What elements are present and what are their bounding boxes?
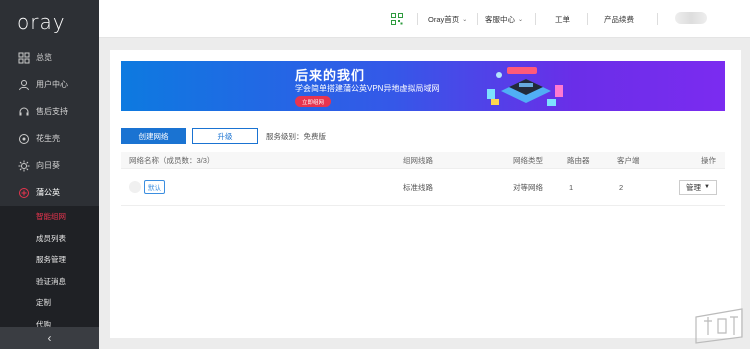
sidebar-item-label: 花生壳: [36, 134, 60, 143]
dandelion-icon: [18, 187, 30, 199]
divider: [535, 13, 536, 25]
chevron-down-icon: ⌄: [518, 16, 524, 23]
banner-cta-button[interactable]: 立即组网: [295, 96, 331, 107]
col-ops-header: 操作: [701, 155, 716, 165]
sidebar-item-dandelion[interactable]: 蒲公英: [0, 179, 99, 206]
sidebar-item-label: 向日葵: [36, 161, 60, 170]
watermark-stamp: [695, 308, 743, 344]
sunflower-icon: [18, 160, 30, 172]
divider: [477, 13, 478, 25]
sidebar-subitem-service[interactable]: 服务管理: [0, 249, 99, 271]
oray-home-label: Oray首页: [428, 14, 460, 24]
network-actions: 创建网络 升级 服务级别：免费版: [121, 128, 326, 144]
default-badge: 默认: [144, 180, 165, 194]
chevron-down-icon: ⌄: [462, 16, 468, 23]
col-type-header: 网络类型: [513, 155, 543, 165]
ops-cell: 管理 ▼: [679, 169, 717, 205]
network-table: 网络名称（成员数：3/3） 组网线路 网络类型 路由器 客户端 操作 默认 标准…: [121, 152, 725, 206]
sidebar-subitem-verify[interactable]: 验证消息: [0, 271, 99, 293]
sidebar-item-peanut[interactable]: 花生壳: [0, 125, 99, 152]
network-name-cell: 默认: [129, 169, 165, 205]
grid-icon: [18, 52, 30, 64]
user-icon: [18, 79, 30, 91]
col-route-header: 组网线路: [403, 155, 433, 165]
promo-banner[interactable]: 后来的我们 学会简单搭建蒲公英VPN异地虚拟局域网 立即组网: [121, 61, 725, 111]
sidebar-item-overview[interactable]: 总览: [0, 44, 99, 71]
banner-subtitle: 学会简单搭建蒲公英VPN异地虚拟局域网: [295, 84, 440, 93]
manage-dropdown[interactable]: 管理 ▼: [679, 179, 717, 195]
qr-code-icon[interactable]: [391, 0, 403, 38]
sidebar-item-sunflower[interactable]: 向日葵: [0, 152, 99, 179]
manage-label: 管理: [686, 182, 702, 192]
network-illustration: [487, 67, 563, 106]
content-card: 后来的我们 学会简单搭建蒲公英VPN异地虚拟局域网 立即组网 创建网络 升级 服…: [110, 50, 741, 338]
service-center-menu[interactable]: 客服中心 ⌄: [485, 0, 523, 38]
sidebar-item-support[interactable]: 售后支持: [0, 98, 99, 125]
oray-home-menu[interactable]: Oray首页 ⌄: [428, 0, 467, 38]
sidebar-submenu: 智能组网 成员列表 服务管理 验证消息 定制 代购: [0, 206, 99, 335]
renew-link[interactable]: 产品续费: [604, 0, 634, 38]
topbar: Oray首页 ⌄ 客服中心 ⌄ 工单 产品续费: [99, 0, 750, 38]
col-client-header: 客户端: [617, 155, 640, 165]
sidebar-item-user-center[interactable]: 用户中心: [0, 71, 99, 98]
sidebar-subitem-custom[interactable]: 定制: [0, 292, 99, 314]
divider: [587, 13, 588, 25]
service-level-text: 服务级别：免费版: [266, 131, 326, 141]
create-network-button[interactable]: 创建网络: [121, 128, 186, 144]
service-center-label: 客服中心: [485, 14, 515, 24]
sidebar-subitem-smart-network[interactable]: 智能组网: [0, 206, 99, 228]
peanut-icon: [18, 133, 30, 145]
divider: [417, 13, 418, 25]
divider: [657, 13, 658, 25]
ticket-link[interactable]: 工单: [555, 0, 570, 38]
user-account-menu[interactable]: [675, 12, 707, 24]
sidebar-item-label: 蒲公英: [36, 188, 60, 197]
router-count-cell: 1: [569, 182, 574, 192]
sidebar: oray 总览 用户中心 售后支持 花生壳 向日葵 蒲公英 智能组网 成员列表 …: [0, 0, 99, 349]
sidebar-item-label: 用户中心: [36, 80, 68, 89]
type-cell: 对等网络: [513, 182, 543, 192]
upgrade-button[interactable]: 升级: [192, 128, 258, 144]
sidebar-item-label: 售后支持: [36, 107, 68, 116]
sidebar-collapse-button[interactable]: ‹: [0, 327, 99, 349]
caret-down-icon: ▼: [704, 184, 710, 190]
headset-icon: [18, 106, 30, 118]
table-row[interactable]: 默认 标准线路 对等网络 1 2 管理 ▼: [121, 169, 725, 206]
sidebar-subitem-members[interactable]: 成员列表: [0, 228, 99, 250]
route-cell: 标准线路: [403, 182, 433, 192]
sidebar-item-label: 总览: [36, 53, 52, 62]
client-count-cell: 2: [619, 182, 624, 192]
banner-title: 后来的我们: [295, 68, 366, 83]
col-router-header: 路由器: [567, 155, 590, 165]
network-icon: [129, 181, 141, 193]
table-header: 网络名称（成员数：3/3） 组网线路 网络类型 路由器 客户端 操作: [121, 152, 725, 169]
oray-logo[interactable]: oray: [0, 0, 99, 44]
col-name-header: 网络名称（成员数：3/3）: [129, 155, 215, 165]
